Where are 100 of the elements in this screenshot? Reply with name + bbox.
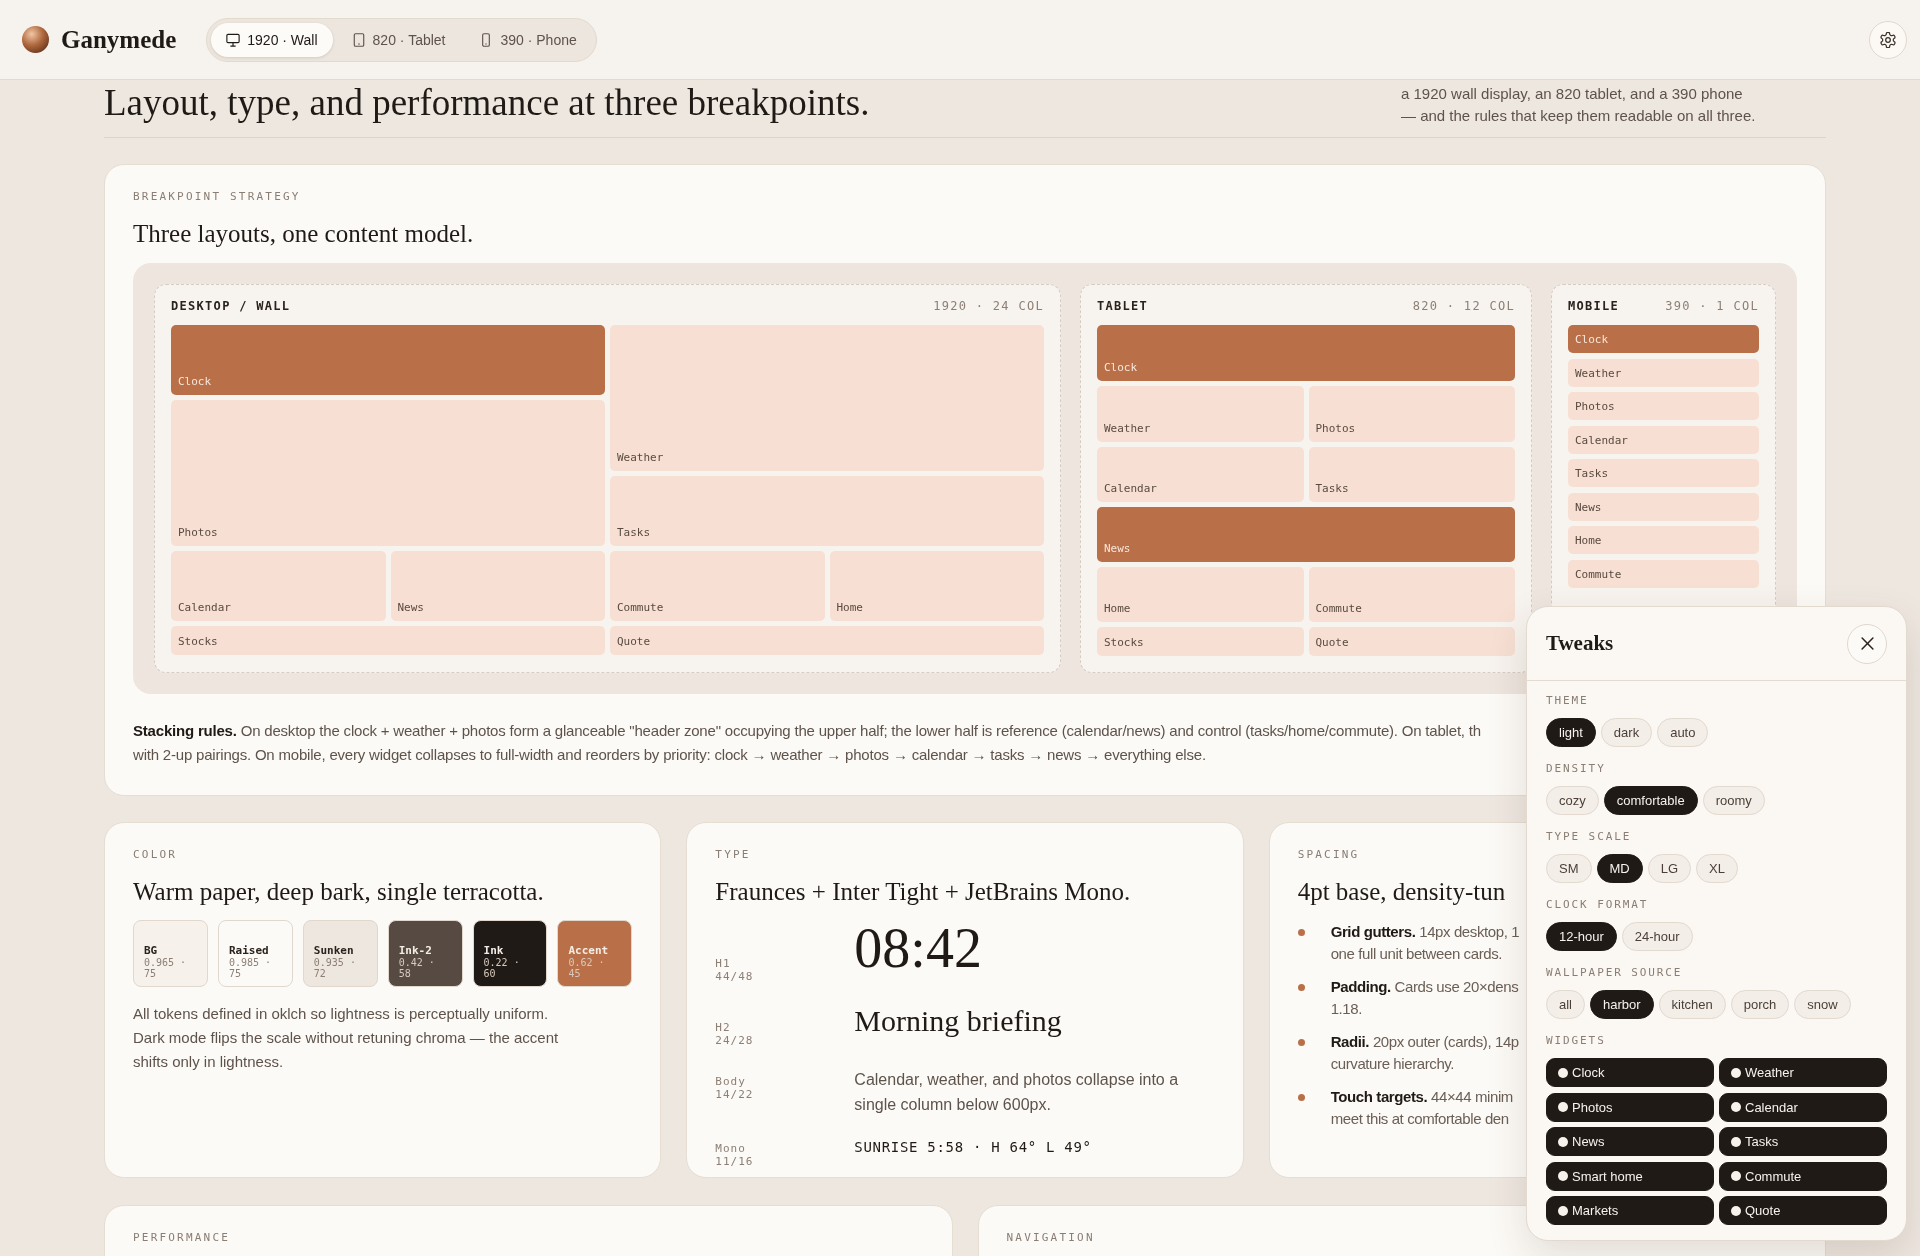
widget-block: Tasks [1568, 459, 1759, 487]
dot-icon [1731, 1205, 1741, 1216]
section-label: PERFORMANCE [133, 1231, 231, 1245]
type-sample: Calendar, weather, and photos collapse into a single column below 600px. [854, 1070, 1180, 1115]
option-chip[interactable]: MD [1596, 854, 1643, 883]
panel-title: Tweaks [1546, 631, 1614, 656]
monitor-icon [226, 32, 241, 47]
section-label: TYPE [715, 848, 751, 862]
option-chip[interactable]: all [1546, 990, 1585, 1019]
option-chip[interactable]: snow [1794, 990, 1851, 1019]
widget-block: Clock [1097, 325, 1515, 381]
option-chip[interactable]: roomy [1702, 786, 1765, 815]
widget-block: Quote [610, 626, 1044, 655]
widget-block: Calendar [171, 551, 386, 621]
widget-toggle[interactable]: Clock [1546, 1058, 1714, 1087]
dot-icon [1731, 1171, 1741, 1181]
settings-button[interactable] [1869, 20, 1907, 59]
type-style-name: H1 [715, 957, 732, 970]
color-description: All tokens defined in oklch so lightness is perceptually uniform. Dark mode flips the scale without retuning chroma — the accent shifts only in lightness. [133, 1004, 560, 1072]
group-label: TYPE SCALE [1546, 830, 1632, 844]
widget-toggle[interactable]: Weather [1719, 1058, 1887, 1087]
section-label: NAVIGATION [1006, 1231, 1095, 1245]
widget-block: Home [1568, 526, 1759, 554]
group-label: WALLPAPER SOURCE [1546, 966, 1683, 980]
option-chip[interactable]: comfortable [1603, 786, 1698, 815]
section-label: SPACING [1297, 848, 1360, 862]
option-chip[interactable]: auto [1657, 718, 1709, 747]
widget-toggle[interactable]: Tasks [1719, 1127, 1887, 1156]
widget-block: Clock [1568, 325, 1759, 353]
page-title: Layout, type, and performance at three breakpoints. [104, 83, 870, 123]
widget-toggle[interactable]: Photos [1546, 1092, 1714, 1122]
option-chip[interactable]: kitchen [1658, 990, 1726, 1019]
widget-block: Home [829, 551, 1044, 621]
swatch-value: 0.965 · 75 [144, 957, 188, 979]
widget-block: Commute [1308, 567, 1515, 622]
widget-block: Tasks [610, 476, 1044, 546]
option-chip[interactable]: harbor [1590, 990, 1654, 1019]
tablet-icon [351, 32, 366, 47]
swatch-name: Sunken [313, 944, 355, 957]
group-label: DENSITY [1546, 762, 1606, 776]
close-icon [1860, 637, 1874, 650]
spacing-rule: Padding. Cards use 20×dens 1.18. [1330, 977, 1519, 1019]
swatch-name: BG [144, 944, 159, 957]
option-chip[interactable]: 12-hour [1546, 922, 1617, 951]
section-title: 4pt base, density-tun [1297, 877, 1506, 907]
widget-toggle[interactable]: Markets [1546, 1196, 1714, 1225]
close-button[interactable] [1847, 623, 1887, 664]
breakpoint-tab[interactable]: 820 · Tablet [336, 22, 461, 57]
breakpoint-tab[interactable]: 1920 · Wall [211, 22, 333, 57]
section-title: Three layouts, one content model. [133, 219, 474, 249]
frame-spec: 820 · 12 COL [1412, 299, 1515, 313]
spacing-rule: Grid gutters. 14px desktop, 1 one full unit between cards. [1330, 922, 1520, 964]
widget-block: Clock [171, 325, 605, 395]
frame-name: TABLET [1097, 299, 1149, 313]
option-chip[interactable]: dark [1600, 718, 1653, 747]
option-chip[interactable]: LG [1647, 854, 1692, 883]
sphere-logo-icon [22, 26, 49, 53]
type-style-name: Body [715, 1075, 747, 1088]
widget-block: Tasks [1308, 447, 1515, 502]
widget-toggle[interactable]: News [1546, 1127, 1714, 1156]
group-label: CLOCK FORMAT [1546, 898, 1649, 912]
spacing-rule: Touch targets. 44×44 minim meet this at comfortable den [1330, 1087, 1513, 1129]
frame-name: MOBILE [1568, 299, 1620, 313]
option-chip[interactable]: XL [1696, 854, 1738, 883]
option-chip[interactable]: light [1546, 718, 1596, 747]
option-chip[interactable]: SM [1546, 854, 1592, 883]
dot-icon [1731, 1102, 1741, 1112]
widget-toggle[interactable]: Quote [1719, 1196, 1887, 1225]
widget-toggle[interactable]: Smart home [1546, 1161, 1714, 1191]
widget-toggle[interactable]: Calendar [1719, 1092, 1887, 1122]
bullet-dot-icon [1297, 1093, 1305, 1101]
section-title: Warm paper, deep bark, single terracotta. [133, 877, 544, 907]
breakpoint-tab[interactable]: 390 · Phone [464, 22, 592, 57]
swatch-name: Ink-2 [398, 944, 433, 957]
widget-toggle[interactable]: Commute [1719, 1161, 1887, 1191]
option-chip[interactable]: 24-hour [1621, 922, 1693, 951]
widget-block: Calendar [1568, 425, 1759, 454]
dot-icon [1558, 1067, 1568, 1078]
widget-block: News [1568, 492, 1759, 521]
widget-block: Calendar [1097, 447, 1304, 502]
widget-block: Photos [1308, 386, 1515, 442]
widget-block: Home [1097, 567, 1304, 622]
dot-icon [1558, 1171, 1568, 1181]
section-label: COLOR [133, 848, 178, 862]
swatch-value: 0.935 · 72 [313, 957, 357, 979]
dot-icon [1558, 1205, 1568, 1216]
widget-block: Stocks [171, 626, 605, 655]
dot-icon [1558, 1102, 1568, 1112]
widget-block: Commute [1568, 559, 1759, 588]
dot-icon [1731, 1067, 1741, 1078]
brand-name: Ganymede [61, 25, 177, 54]
frame-spec: 390 · 1 COL [1665, 299, 1759, 313]
group-label: THEME [1546, 694, 1589, 708]
option-chip[interactable]: cozy [1546, 786, 1599, 815]
stacking-note: Stacking rules. On desktop the clock + weather + photos form a glanceable "header zone" occupying the upper half; the lower half is reference (calendar/news) and control (tasks/home/commute). On tablet, th with 2-up pairings. On mobile, every widget collapses to full-width and reorders by priority: clock → weather → photos → calendar → tasks → news → everything else. [133, 721, 1481, 765]
option-chip[interactable]: porch [1730, 990, 1790, 1019]
group-label: WIDGETS [1546, 1034, 1606, 1048]
type-metrics: 44/48 [715, 970, 755, 983]
section-label: BREAKPOINT STRATEGY [133, 190, 301, 204]
type-sample: SUNRISE 5:58 · H 64° L 49° [854, 1138, 1093, 1157]
